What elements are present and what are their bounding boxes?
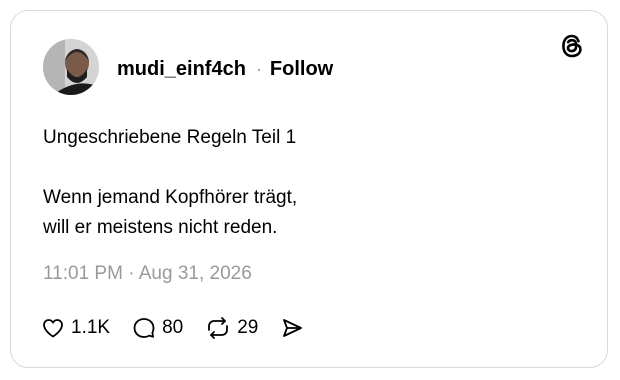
heart-icon	[43, 319, 63, 338]
speech-bubble-icon	[133, 318, 155, 338]
like-count: 1.1K	[71, 317, 111, 338]
post-header: mudi_einf4ch · Follow	[117, 55, 333, 83]
post-text-line: Wenn jemand Kopfhörer trägt, will er mei…	[43, 187, 298, 238]
avatar[interactable]	[43, 39, 99, 95]
header-separator: ·	[255, 58, 262, 79]
action-bar: 1.1K 80 29	[41, 313, 326, 343]
repost-count: 29	[237, 317, 259, 338]
like-button[interactable]: 1.1K	[41, 316, 110, 340]
reply-count: 80	[162, 317, 184, 338]
repost-button[interactable]: 29	[205, 316, 258, 340]
post-body: Ungeschriebene Regeln Teil 1 Wenn jemand…	[43, 123, 563, 243]
threads-logo-icon[interactable]	[559, 33, 585, 59]
send-arrow-icon	[283, 319, 303, 337]
username[interactable]: mudi_einf4ch	[117, 58, 246, 81]
post-text-line: Ungeschriebene Regeln Teil 1	[43, 127, 297, 148]
follow-button[interactable]: Follow	[270, 58, 333, 81]
repost-arrows-icon	[208, 317, 229, 339]
post-card: mudi_einf4ch · Follow Ungeschriebene Reg…	[10, 10, 608, 368]
post-timestamp[interactable]: 11:01 PM · Aug 31, 2026	[43, 263, 252, 285]
share-button[interactable]	[280, 316, 304, 340]
reply-button[interactable]: 80	[132, 316, 183, 340]
